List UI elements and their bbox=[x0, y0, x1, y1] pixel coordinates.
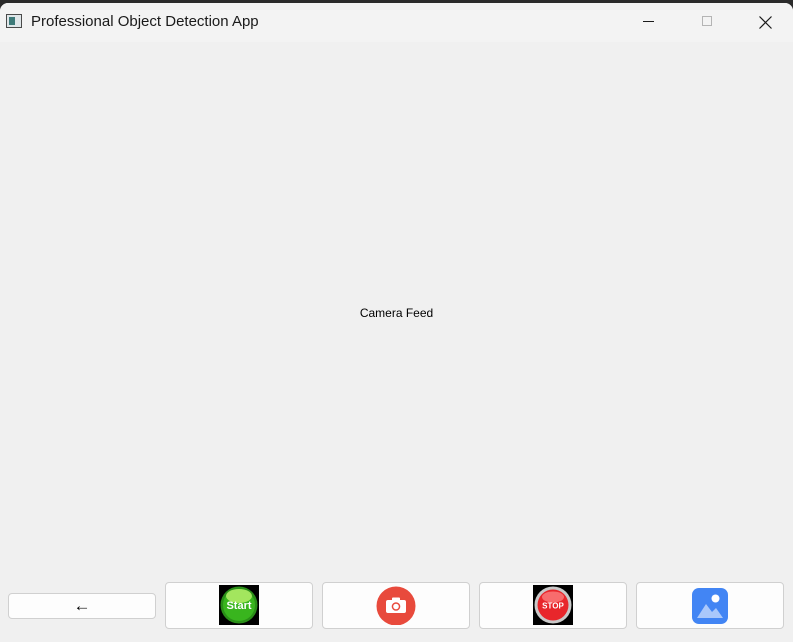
minimize-icon bbox=[643, 21, 654, 22]
back-button[interactable]: ← bbox=[8, 593, 156, 619]
gallery-button[interactable] bbox=[636, 582, 784, 629]
stop-button[interactable]: STOP bbox=[479, 582, 627, 629]
back-arrow-label: ← bbox=[73, 596, 91, 615]
app-window: Professional Object Detection App Camera… bbox=[0, 3, 793, 642]
minimize-button[interactable] bbox=[620, 3, 678, 42]
svg-text:STOP: STOP bbox=[542, 602, 564, 611]
close-button[interactable] bbox=[736, 3, 793, 42]
maximize-icon bbox=[702, 16, 712, 26]
camera-icon bbox=[376, 586, 416, 625]
svg-text:Start: Start bbox=[226, 600, 251, 612]
start-button[interactable]: Start bbox=[165, 582, 313, 629]
camera-feed-label: Camera Feed bbox=[359, 306, 434, 320]
stop-icon: STOP bbox=[533, 585, 573, 625]
camera-feed-view: Camera Feed bbox=[0, 42, 793, 579]
title-bar[interactable]: Professional Object Detection App bbox=[0, 3, 793, 42]
close-icon bbox=[759, 16, 772, 29]
image-icon bbox=[692, 588, 728, 624]
maximize-button[interactable] bbox=[678, 3, 736, 42]
start-icon: Start bbox=[219, 585, 259, 625]
app-window-icon bbox=[6, 14, 22, 28]
window-title: Professional Object Detection App bbox=[31, 13, 259, 30]
capture-button[interactable] bbox=[322, 582, 470, 629]
